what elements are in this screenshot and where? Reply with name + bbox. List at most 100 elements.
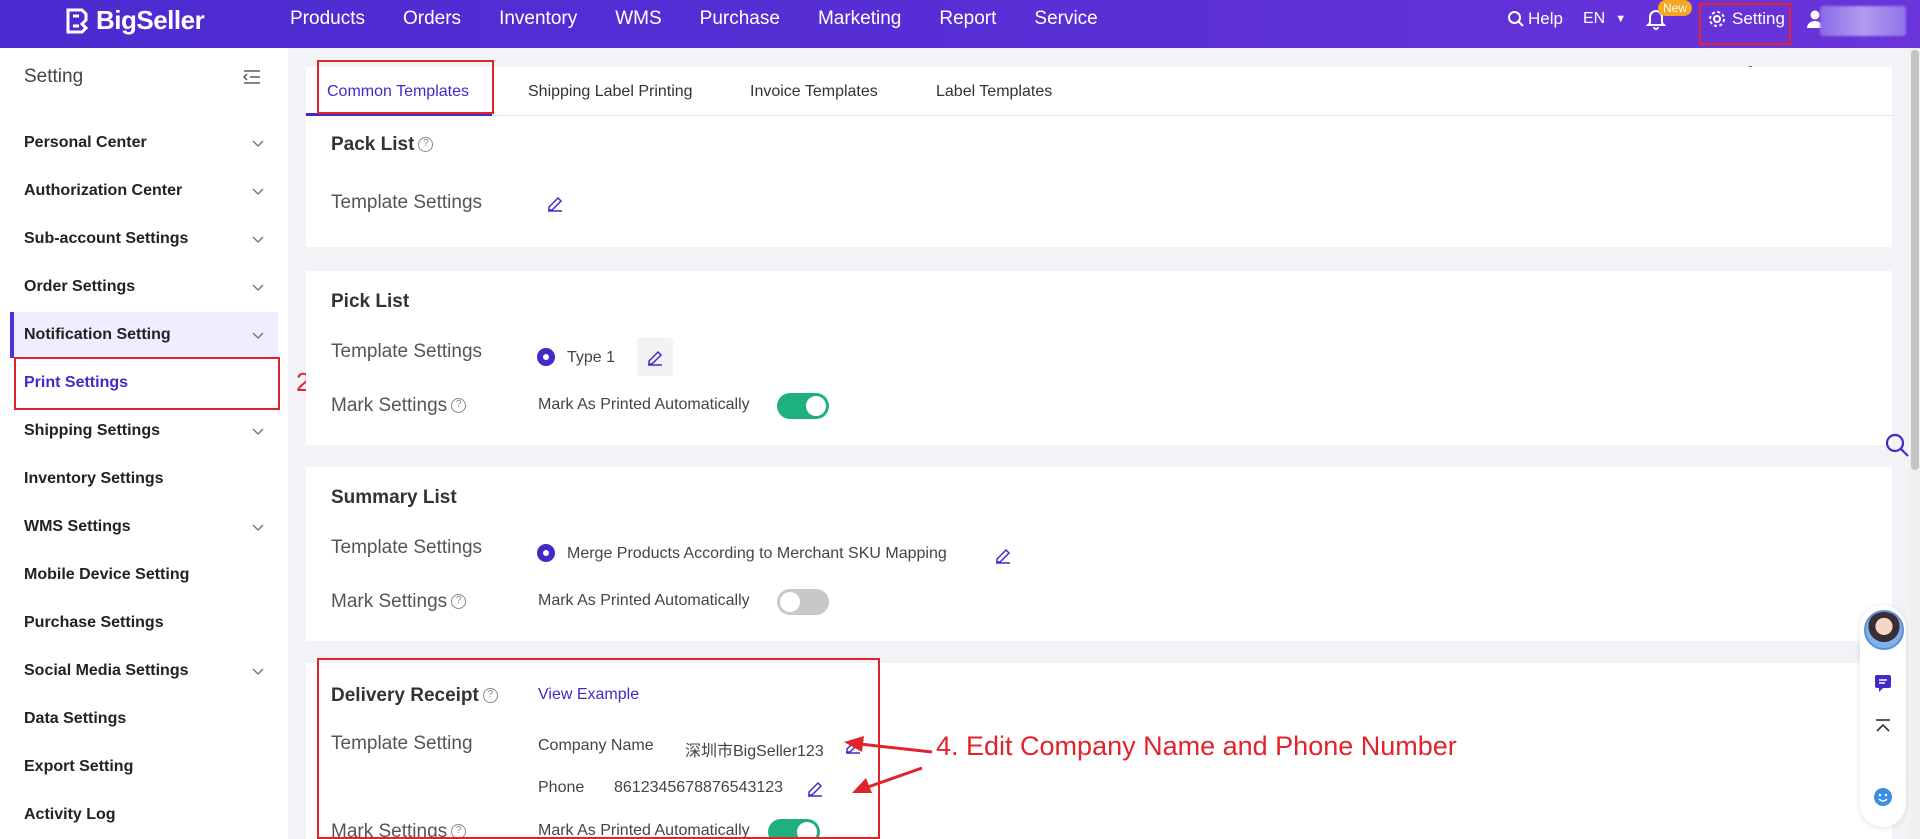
pick-list-edit-button[interactable] bbox=[637, 338, 673, 376]
sidebar-item-label: Order Settings bbox=[24, 278, 136, 295]
sidebar-item-mobile-device-setting[interactable]: Mobile Device Setting bbox=[24, 566, 264, 584]
nav-report[interactable]: Report bbox=[939, 8, 996, 30]
edit-pencil-icon[interactable] bbox=[546, 194, 564, 212]
annotation-box-delivery-receipt bbox=[317, 658, 880, 839]
pack-list-card: Pack List? Template Settings bbox=[306, 116, 1892, 247]
chevron-down-icon bbox=[252, 232, 264, 244]
chevron-down-icon bbox=[252, 184, 264, 196]
sidebar-item-authorization-center[interactable]: Authorization Center bbox=[24, 182, 264, 200]
scrollbar-thumb[interactable] bbox=[1911, 50, 1919, 470]
sidebar-item-label: WMS Settings bbox=[24, 518, 131, 535]
sidebar-title: Setting bbox=[24, 66, 84, 87]
summary-list-mark-toggle[interactable] bbox=[777, 589, 829, 615]
floating-search-icon[interactable] bbox=[1884, 432, 1910, 458]
chevron-down-icon bbox=[252, 280, 264, 292]
nav-marketing[interactable]: Marketing bbox=[818, 8, 901, 30]
chevron-down-icon bbox=[252, 136, 264, 148]
help-question-icon[interactable]: ? bbox=[418, 137, 434, 153]
merge-option-label: Merge Products According to Merchant SKU… bbox=[567, 545, 947, 562]
pick-list-mark-toggle[interactable] bbox=[777, 393, 829, 419]
sidebar-item-social-media-settings[interactable]: Social Media Settings bbox=[24, 662, 264, 680]
pick-list-mark-text: Mark As Printed Automatically bbox=[538, 396, 750, 413]
sidebar-item-label: Social Media Settings bbox=[24, 662, 189, 679]
user-account-name[interactable] bbox=[1820, 6, 1906, 36]
sidebar-item-label: Shipping Settings bbox=[24, 422, 160, 439]
pick-list-card: Pick List Template Settings Type 1 Mark … bbox=[306, 271, 1892, 445]
sidebar-item-label: Sub-account Settings bbox=[24, 230, 189, 247]
brand-name: BigSeller bbox=[96, 4, 205, 35]
summary-list-mark-label-text: Mark Settings bbox=[331, 591, 448, 612]
pick-list-mark-label-text: Mark Settings bbox=[331, 395, 448, 416]
annotation-box-print-settings bbox=[14, 357, 280, 410]
annotation-box-common-templates bbox=[317, 60, 494, 114]
annotation-arrows bbox=[844, 736, 933, 793]
sidebar-item-data-settings[interactable]: Data Settings bbox=[24, 710, 264, 728]
sidebar-item-purchase-settings[interactable]: Purchase Settings bbox=[24, 614, 264, 632]
toggle-knob bbox=[780, 592, 800, 612]
tab-invoice-templates[interactable]: Invoice Templates bbox=[750, 83, 878, 101]
pack-list-template-label: Template Settings bbox=[331, 192, 483, 213]
chevron-down-icon bbox=[252, 328, 264, 340]
sidebar-item-label: Mobile Device Setting bbox=[24, 566, 190, 583]
nav-products[interactable]: Products bbox=[290, 8, 365, 30]
help-question-icon[interactable]: ? bbox=[451, 594, 467, 610]
sidebar-item-label: Data Settings bbox=[24, 710, 127, 727]
nav-inventory[interactable]: Inventory bbox=[499, 8, 577, 30]
annotation-step-4: 4. Edit Company Name and Phone Number bbox=[936, 731, 1457, 761]
sidebar-item-activity-log[interactable]: Activity Log bbox=[24, 806, 264, 824]
bigseller-logo[interactable]: BigSeller bbox=[62, 4, 205, 35]
edit-pencil-icon[interactable] bbox=[994, 546, 1012, 564]
nav-purchase[interactable]: Purchase bbox=[700, 8, 780, 30]
pick-list-template-label: Template Settings bbox=[331, 341, 483, 362]
sidebar-item-order-settings[interactable]: Order Settings bbox=[24, 278, 264, 296]
chevron-down-icon bbox=[252, 520, 264, 532]
chat-message-icon[interactable] bbox=[1872, 672, 1894, 694]
sidebar-item-wms-settings[interactable]: WMS Settings bbox=[24, 518, 264, 536]
chevron-down-icon bbox=[252, 424, 264, 436]
sidebar-item-notification-setting[interactable]: Notification Setting bbox=[24, 326, 264, 344]
sidebar-item-personal-center[interactable]: Personal Center bbox=[24, 134, 264, 152]
chevron-down-icon bbox=[252, 664, 264, 676]
pack-list-title-text: Pack List bbox=[331, 134, 415, 155]
type-radio-selected[interactable] bbox=[537, 348, 555, 366]
summary-list-mark-label: Mark Settings? bbox=[331, 591, 467, 613]
language-label: EN bbox=[1583, 10, 1606, 27]
sidebar-item-shipping-settings[interactable]: Shipping Settings bbox=[24, 422, 264, 440]
pack-list-title: Pack List? bbox=[331, 134, 434, 156]
summary-list-card: Summary List Template Settings Merge Pro… bbox=[306, 467, 1892, 641]
pick-list-title: Pick List bbox=[331, 291, 410, 312]
help-link[interactable]: Help bbox=[1507, 9, 1563, 29]
type-option-label: Type 1 bbox=[567, 349, 616, 366]
caret-down-icon: ▼ bbox=[1615, 13, 1627, 25]
smile-assistant-icon[interactable] bbox=[1872, 786, 1894, 808]
merge-radio-selected[interactable] bbox=[537, 544, 555, 562]
toggle-knob bbox=[806, 396, 826, 416]
sidebar-item-export-setting[interactable]: Export Setting bbox=[24, 758, 264, 776]
sidebar-item-label: Personal Center bbox=[24, 134, 147, 151]
customer-service-avatar[interactable] bbox=[1864, 610, 1904, 650]
language-select[interactable]: EN ▼ bbox=[1583, 10, 1626, 28]
summary-list-mark-text: Mark As Printed Automatically bbox=[538, 592, 750, 609]
top-navigation-bar: BigSeller Products Orders Inventory WMS … bbox=[0, 0, 1920, 48]
main-nav: Products Orders Inventory WMS Purchase M… bbox=[290, 8, 1136, 30]
sidebar-item-label: Activity Log bbox=[24, 806, 116, 823]
help-label: Help bbox=[1528, 9, 1563, 28]
nav-orders[interactable]: Orders bbox=[403, 8, 461, 30]
search-help-icon bbox=[1507, 10, 1525, 28]
edit-pencil-icon bbox=[646, 348, 664, 366]
annotation-box-setting bbox=[1699, 3, 1791, 45]
sidebar-item-label: Authorization Center bbox=[24, 182, 183, 199]
new-badge: New bbox=[1658, 0, 1693, 16]
summary-list-template-label: Template Settings bbox=[331, 537, 483, 558]
tab-label-templates[interactable]: Label Templates bbox=[936, 83, 1052, 101]
tab-shipping-label-printing[interactable]: Shipping Label Printing bbox=[528, 83, 693, 101]
nav-wms[interactable]: WMS bbox=[615, 8, 661, 30]
summary-list-title: Summary List bbox=[331, 487, 457, 508]
sidebar-item-inventory-settings[interactable]: Inventory Settings bbox=[24, 470, 264, 488]
back-to-top-icon[interactable] bbox=[1872, 716, 1894, 738]
help-question-icon[interactable]: ? bbox=[451, 398, 467, 414]
sidebar-item-sub-account-settings[interactable]: Sub-account Settings bbox=[24, 230, 264, 248]
nav-service[interactable]: Service bbox=[1034, 8, 1097, 30]
collapse-menu-icon[interactable] bbox=[242, 68, 262, 86]
sidebar-item-label: Inventory Settings bbox=[24, 470, 164, 487]
